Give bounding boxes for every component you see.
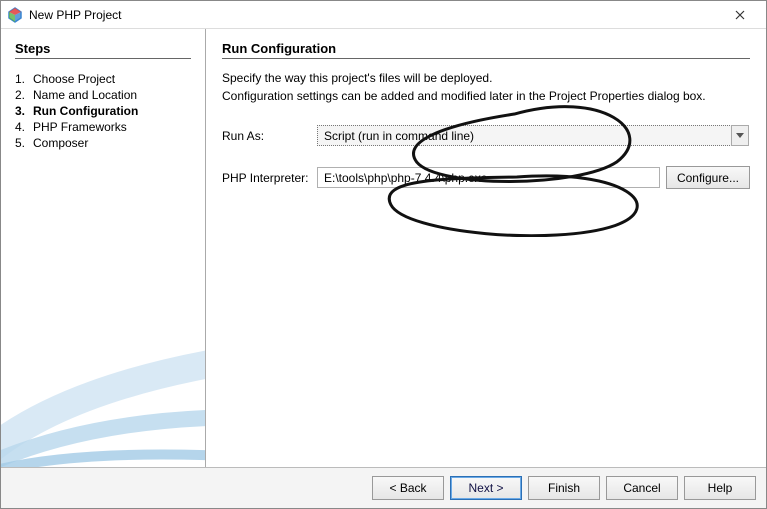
run-as-row: Run As: Script (run in command line): [222, 125, 750, 146]
step-number: 2.: [15, 88, 33, 102]
step-label: Choose Project: [33, 72, 115, 86]
run-as-select[interactable]: Script (run in command line): [317, 125, 732, 146]
app-icon: [7, 7, 23, 23]
chevron-down-icon[interactable]: [731, 125, 749, 146]
steps-list: 1.Choose Project2.Name and Location3.Run…: [15, 71, 191, 151]
next-button[interactable]: Next >: [450, 476, 522, 500]
step-label: Name and Location: [33, 88, 137, 102]
steps-sidebar: Steps 1.Choose Project2.Name and Locatio…: [1, 29, 206, 467]
divider: [15, 58, 191, 59]
step-number: 5.: [15, 136, 33, 150]
interpreter-label: PHP Interpreter:: [222, 171, 317, 185]
cancel-button[interactable]: Cancel: [606, 476, 678, 500]
dialog-window: New PHP Project Steps 1.Choose Project2.…: [0, 0, 767, 509]
interpreter-row: PHP Interpreter: E:\tools\php\php-7.4.4\…: [222, 166, 750, 189]
finish-button[interactable]: Finish: [528, 476, 600, 500]
step-number: 3.: [15, 104, 33, 118]
titlebar: New PHP Project: [1, 1, 766, 29]
window-title: New PHP Project: [29, 8, 720, 22]
interpreter-field[interactable]: E:\tools\php\php-7.4.4\php.exe: [317, 167, 660, 188]
description-line-1: Specify the way this project's files wil…: [222, 71, 750, 85]
description-line-2: Configuration settings can be added and …: [222, 89, 750, 103]
step-item: 2.Name and Location: [15, 87, 191, 103]
step-item: 5.Composer: [15, 135, 191, 151]
dialog-body: Steps 1.Choose Project2.Name and Locatio…: [1, 29, 766, 467]
page-title: Run Configuration: [222, 41, 750, 56]
step-item: 1.Choose Project: [15, 71, 191, 87]
close-button[interactable]: [720, 1, 760, 29]
run-as-label: Run As:: [222, 129, 317, 143]
back-button[interactable]: < Back: [372, 476, 444, 500]
steps-heading: Steps: [15, 41, 191, 56]
interpreter-value: E:\tools\php\php-7.4.4\php.exe: [324, 171, 487, 185]
step-item: 3.Run Configuration: [15, 103, 191, 119]
step-label: PHP Frameworks: [33, 120, 127, 134]
main-panel: Run Configuration Specify the way this p…: [206, 29, 766, 467]
step-number: 1.: [15, 72, 33, 86]
divider: [222, 58, 750, 59]
step-item: 4.PHP Frameworks: [15, 119, 191, 135]
step-number: 4.: [15, 120, 33, 134]
run-as-value: Script (run in command line): [324, 129, 474, 143]
dialog-footer: < Back Next > Finish Cancel Help: [1, 467, 766, 508]
decorative-swoosh: [1, 287, 206, 467]
configure-button[interactable]: Configure...: [666, 166, 750, 189]
help-button[interactable]: Help: [684, 476, 756, 500]
step-label: Composer: [33, 136, 88, 150]
step-label: Run Configuration: [33, 104, 138, 118]
